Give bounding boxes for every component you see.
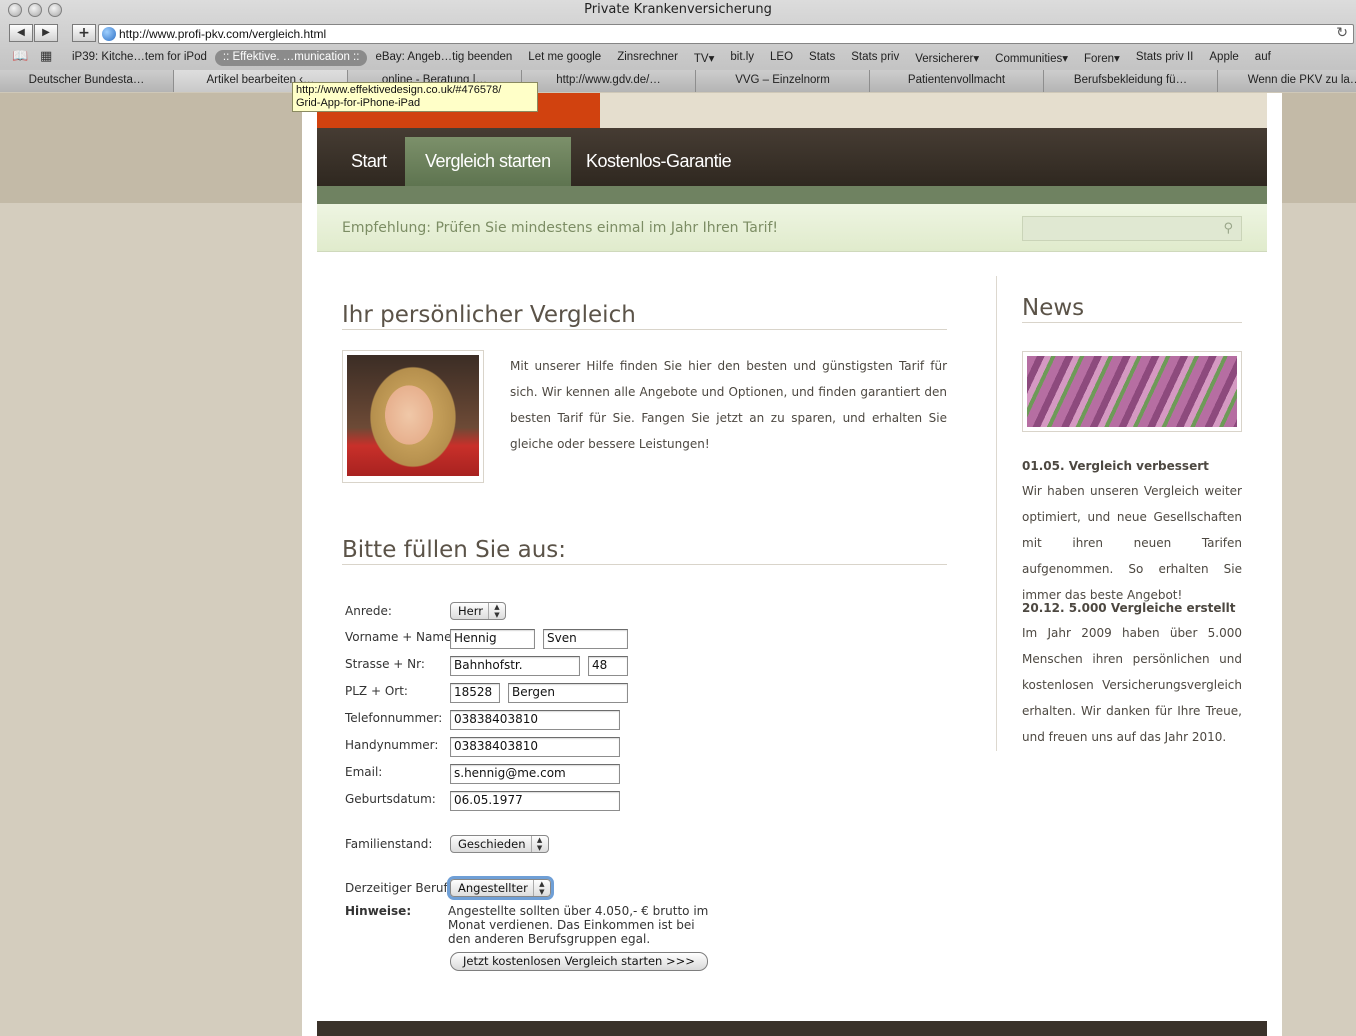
anrede-select[interactable]: Herr ▲ ▼	[450, 602, 506, 620]
browser-tab[interactable]: Wenn die PKV zu la…	[1218, 70, 1356, 92]
zip-field[interactable]: 18528	[450, 683, 500, 703]
marital-status-select[interactable]: Geschieden ▲ ▼	[450, 835, 549, 853]
bookmark-item[interactable]: iP39: Kitche…tem for iPod	[64, 50, 215, 66]
bookmark-item[interactable]: TV▾	[686, 50, 722, 66]
bookmark-item[interactable]: Let me google	[520, 50, 609, 66]
anrede-value: Herr	[458, 604, 483, 618]
bookmark-item[interactable]: Foren▾	[1076, 50, 1128, 66]
browser-tab[interactable]: VVG – Einzelnorm	[696, 70, 870, 92]
bookmark-item[interactable]: LEO	[762, 50, 801, 66]
select-arrows-icon: ▲ ▼	[530, 836, 548, 852]
page-wrapper: Start Vergleich starten Kostenlos-Garant…	[302, 93, 1282, 1036]
browser-tab[interactable]: Berufsbekleidung fü…	[1044, 70, 1218, 92]
occupation-value: Angestellter	[458, 881, 528, 895]
search-input[interactable]: ⚲	[1022, 216, 1242, 241]
back-button[interactable]: ◀	[9, 24, 33, 42]
news-title: News	[1022, 295, 1242, 323]
header-banner	[600, 93, 1267, 128]
occupation-label: Derzeitiger Beruf:	[345, 881, 452, 895]
birthdate-label: Geburtsdatum:	[345, 792, 436, 806]
nav-item-garantie[interactable]: Kostenlos-Garantie	[566, 137, 751, 186]
start-comparison-button[interactable]: Jetzt kostenlosen Vergleich starten >>>	[450, 952, 708, 971]
browser-tab[interactable]: Deutscher Bundesta…	[0, 70, 174, 92]
bookmark-item[interactable]: Stats priv II	[1128, 50, 1202, 66]
globe-icon	[102, 27, 116, 41]
street-label: Strasse + Nr:	[345, 657, 425, 671]
select-arrows-icon: ▲ ▼	[487, 603, 505, 619]
link-tooltip: http://www.effektivedesign.co.uk/#476578…	[292, 82, 538, 112]
browser-tab[interactable]: Patientenvollmacht	[870, 70, 1044, 92]
recommendation-bar: Empfehlung: Prüfen Sie mindestens einmal…	[317, 204, 1267, 252]
news-item-heading[interactable]: 20.12. 5.000 Vergleiche erstellt	[1022, 601, 1242, 615]
page-title: Ihr persönlicher Vergleich	[342, 302, 947, 330]
bookmark-item[interactable]: Apple	[1201, 50, 1246, 66]
email-label: Email:	[345, 765, 383, 779]
news-item-heading[interactable]: 01.05. Vergleich verbessert	[1022, 459, 1242, 473]
mobile-field[interactable]: 03838403810	[450, 737, 620, 757]
address-bar[interactable]: http://www.profi-pkv.com/vergleich.html …	[98, 24, 1354, 44]
bookmark-item[interactable]: Stats priv	[843, 50, 907, 66]
add-bookmark-button[interactable]: +	[72, 24, 96, 42]
tooltip-line: Grid-App-for-iPhone-iPad	[296, 97, 421, 109]
forward-button[interactable]: ▶	[34, 24, 58, 42]
mobile-label: Handynummer:	[345, 738, 439, 752]
notes-text: Angestellte sollten über 4.050,- € brutt…	[448, 904, 709, 946]
email-field[interactable]: s.hennig@me.com	[450, 764, 620, 784]
bookmark-item[interactable]: bit.ly	[722, 50, 762, 66]
portrait-image	[342, 350, 484, 483]
recommendation-text: Empfehlung: Prüfen Sie mindestens einmal…	[342, 220, 779, 236]
nav-item-start[interactable]: Start	[331, 137, 407, 186]
phone-field[interactable]: 03838403810	[450, 710, 620, 730]
intro-text: Mit unserer Hilfe finden Sie hier den be…	[510, 359, 947, 451]
bookmark-item[interactable]: eBay: Angeb…tig beenden	[367, 50, 520, 66]
window-title: Private Krankenversicherung	[584, 2, 772, 17]
bookmark-item[interactable]: auf	[1247, 50, 1279, 66]
bookmarks-bar: 📖 ▦ iP39: Kitche…tem for iPod :: Effekti…	[0, 48, 1356, 68]
marital-status-label: Familienstand:	[345, 837, 433, 851]
anrede-label: Anrede:	[345, 604, 392, 618]
address-bar-url[interactable]: http://www.profi-pkv.com/vergleich.html	[119, 27, 326, 41]
tooltip-line: http://www.effektivedesign.co.uk/#476578…	[296, 84, 502, 96]
news-item-body: Im Jahr 2009 haben über 5.000 Menschen i…	[1022, 626, 1242, 744]
main-navigation: Start Vergleich starten Kostenlos-Garant…	[317, 128, 1267, 186]
phone-label: Telefonnummer:	[345, 711, 443, 725]
browser-chrome: Private Krankenversicherung ◀ ▶ + http:/…	[0, 0, 1356, 92]
column-divider	[996, 276, 997, 751]
browser-tab[interactable]: http://www.gdv.de/…	[522, 70, 696, 92]
bookmark-item[interactable]: Zinsrechner	[609, 50, 686, 66]
tab-bar: Deutscher Bundesta… Artikel bearbeiten ‹…	[0, 70, 1356, 92]
bookmark-item[interactable]: Versicherer▾	[907, 50, 987, 66]
bookmark-item[interactable]: :: Effektive. …munication ::	[214, 50, 368, 66]
street-field[interactable]: Bahnhofstr.	[450, 656, 580, 676]
housenumber-field[interactable]: 48	[588, 656, 628, 676]
grid-icon[interactable]: ▦	[40, 49, 52, 64]
marital-status-value: Geschieden	[458, 837, 526, 851]
notes-label: Hinweise:	[345, 904, 412, 918]
bookmark-item[interactable]: Communities▾	[987, 50, 1076, 66]
reload-icon[interactable]: ↻	[1336, 25, 1348, 41]
form-title: Bitte füllen Sie aus:	[342, 537, 947, 565]
search-icon[interactable]: ⚲	[1223, 221, 1233, 236]
footer-bar	[317, 1021, 1267, 1036]
nav-item-vergleich[interactable]: Vergleich starten	[405, 137, 571, 186]
occupation-select[interactable]: Angestellter ▲ ▼	[450, 879, 551, 897]
news-image	[1022, 351, 1242, 432]
bookmark-item[interactable]: Stats	[801, 50, 843, 66]
news-item-body: Wir haben unseren Vergleich weiter optim…	[1022, 484, 1242, 602]
lastname-field[interactable]: Sven	[543, 629, 628, 649]
book-icon[interactable]: 📖	[12, 49, 28, 64]
name-label: Vorname + Name:	[345, 630, 456, 644]
city-field[interactable]: Bergen	[508, 683, 628, 703]
plz-label: PLZ + Ort:	[345, 684, 408, 698]
firstname-field[interactable]: Hennig	[450, 629, 535, 649]
select-arrows-icon: ▲ ▼	[532, 880, 550, 896]
birthdate-field[interactable]: 06.05.1977	[450, 791, 620, 811]
nav-subbar	[317, 186, 1267, 204]
